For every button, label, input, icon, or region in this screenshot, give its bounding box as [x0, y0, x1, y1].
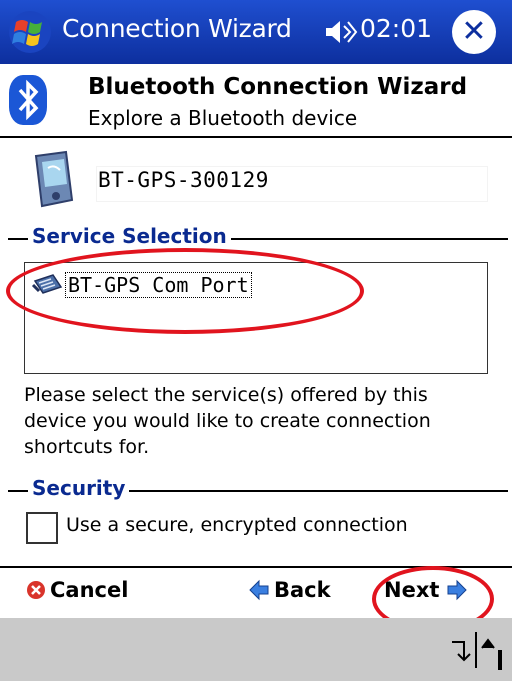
back-button-label: Back	[274, 578, 331, 602]
secure-connection-checkbox[interactable]	[26, 512, 58, 544]
device-name: BT-GPS-300129	[98, 168, 269, 192]
wizard-header: Bluetooth Connection Wizard Explore a Bl…	[0, 64, 512, 136]
close-icon: ✕	[461, 14, 487, 49]
speaker-icon[interactable]	[324, 18, 358, 46]
keyboard-toggle-icon[interactable]	[448, 630, 502, 670]
wizard-subtitle: Explore a Bluetooth device	[88, 106, 358, 130]
close-button[interactable]: ✕	[452, 10, 496, 54]
security-label: Security	[28, 476, 130, 500]
pda-device-icon	[34, 150, 74, 208]
menu-bar	[0, 618, 512, 681]
secure-connection-label[interactable]: Use a secure, encrypted connection	[66, 514, 408, 536]
cancel-icon	[27, 581, 45, 599]
back-button[interactable]: Back	[248, 578, 331, 602]
app-title: Connection Wizard	[62, 14, 292, 43]
header-divider	[0, 136, 512, 138]
back-arrow-icon	[249, 579, 269, 601]
cancel-button[interactable]: Cancel	[26, 578, 128, 602]
bluetooth-icon	[9, 75, 47, 125]
cancel-button-label: Cancel	[50, 578, 129, 602]
clock[interactable]: 02:01	[360, 14, 432, 43]
service-highlight-ellipse	[6, 248, 364, 334]
service-selection-label: Service Selection	[28, 224, 231, 248]
title-bar: Connection Wizard 02:01 ✕	[0, 0, 512, 64]
windows-logo-icon[interactable]	[8, 10, 52, 54]
service-instructions: Please select the service(s) offered by …	[24, 384, 431, 458]
wizard-title: Bluetooth Connection Wizard	[88, 74, 468, 100]
